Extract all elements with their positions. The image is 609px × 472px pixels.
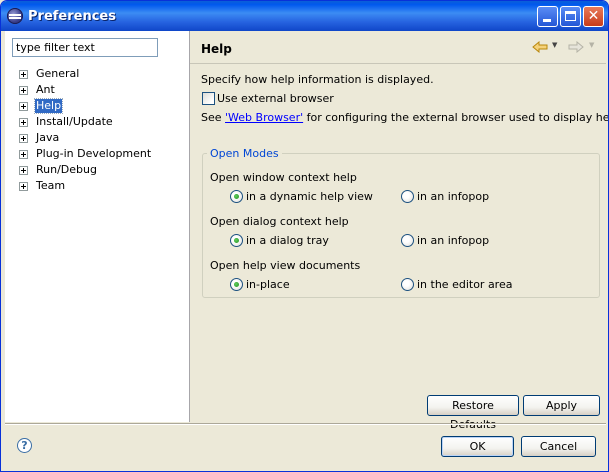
hint-prefix: See bbox=[201, 111, 226, 124]
window-context-infopop-radio[interactable] bbox=[401, 190, 414, 203]
tree-item-label[interactable]: Java bbox=[35, 131, 60, 145]
dialog-context-infopop-label[interactable]: in an infopop bbox=[417, 234, 489, 247]
open-modes-title: Open Modes bbox=[207, 147, 282, 160]
expand-icon[interactable] bbox=[19, 166, 28, 175]
page-title: Help bbox=[201, 42, 232, 56]
help-view-inplace-radio[interactable] bbox=[230, 278, 243, 291]
dialog-context-infopop-radio[interactable] bbox=[401, 234, 414, 247]
forward-dropdown-icon[interactable]: ▼ bbox=[589, 41, 594, 49]
expand-icon[interactable] bbox=[19, 150, 28, 159]
help-view-docs-label: Open help view documents bbox=[210, 259, 361, 272]
preferences-dialog: Preferences ✕ General Ant Help Install/U… bbox=[0, 0, 609, 472]
window-title: Preferences bbox=[28, 9, 116, 24]
external-browser-checkbox[interactable] bbox=[202, 92, 215, 105]
tree-item-label[interactable]: Help bbox=[33, 98, 64, 114]
expand-icon[interactable] bbox=[19, 182, 28, 191]
window-context-dynamic-radio[interactable] bbox=[230, 190, 243, 203]
expand-icon[interactable] bbox=[19, 70, 28, 79]
window-context-dynamic-label[interactable]: in a dynamic help view bbox=[246, 190, 373, 203]
web-browser-link[interactable]: 'Web Browser' bbox=[225, 111, 303, 124]
tree-item-label[interactable]: Team bbox=[35, 179, 66, 193]
dialog-context-tray-label[interactable]: in a dialog tray bbox=[246, 234, 329, 247]
maximize-icon bbox=[565, 11, 576, 21]
tree-item-label[interactable]: Install/Update bbox=[35, 115, 114, 129]
hint-suffix: for configuring the external browser use… bbox=[306, 111, 609, 124]
web-browser-hint: See 'Web Browser' for configuring the ex… bbox=[201, 111, 609, 124]
dialog-context-tray-radio[interactable] bbox=[230, 234, 243, 247]
external-browser-label[interactable]: Use external browser bbox=[217, 92, 334, 105]
window-context-label: Open window context help bbox=[210, 171, 357, 184]
expand-icon[interactable] bbox=[19, 102, 28, 111]
tree-item-label[interactable]: Plug-in Development bbox=[35, 147, 152, 161]
footer-separator bbox=[5, 423, 606, 425]
open-modes-group: Open Modes Open window context help in a… bbox=[202, 147, 600, 298]
maximize-button[interactable] bbox=[560, 6, 581, 27]
minimize-button[interactable] bbox=[537, 6, 558, 27]
tree-item-label[interactable]: Run/Debug bbox=[35, 163, 98, 177]
apply-button[interactable]: Apply bbox=[523, 395, 600, 416]
page-description: Specify how help information is displaye… bbox=[201, 73, 434, 86]
expand-icon[interactable] bbox=[19, 118, 28, 127]
title-bar[interactable]: Preferences ✕ bbox=[1, 1, 608, 31]
back-dropdown-icon[interactable]: ▼ bbox=[552, 41, 557, 49]
help-view-inplace-label[interactable]: in-place bbox=[246, 278, 290, 291]
back-arrow-icon[interactable] bbox=[532, 41, 548, 53]
preference-tree-panel: General Ant Help Install/Update Java Plu… bbox=[5, 31, 190, 422]
eclipse-app-icon bbox=[7, 8, 23, 24]
window-context-infopop-label[interactable]: in an infopop bbox=[417, 190, 489, 203]
close-button[interactable]: ✕ bbox=[583, 6, 604, 27]
ok-button[interactable]: OK bbox=[441, 436, 514, 457]
restore-defaults-button[interactable]: Restore Defaults bbox=[427, 395, 519, 431]
close-icon: ✕ bbox=[587, 8, 600, 24]
help-view-editor-label[interactable]: in the editor area bbox=[417, 278, 512, 291]
help-preferences-page: Specify how help information is displaye… bbox=[201, 63, 609, 403]
expand-icon[interactable] bbox=[19, 134, 28, 143]
forward-arrow-icon[interactable] bbox=[568, 41, 584, 53]
help-icon[interactable]: ? bbox=[17, 438, 32, 453]
tree-item-label[interactable]: General bbox=[35, 67, 80, 81]
filter-input[interactable] bbox=[12, 38, 158, 57]
help-view-editor-radio[interactable] bbox=[401, 278, 414, 291]
cancel-button[interactable]: Cancel bbox=[521, 436, 596, 457]
page-header: Help ▼ ▼ bbox=[190, 31, 606, 64]
expand-icon[interactable] bbox=[19, 86, 28, 95]
dialog-context-label: Open dialog context help bbox=[210, 215, 349, 228]
minimize-icon bbox=[543, 19, 551, 22]
tree-item-label[interactable]: Ant bbox=[35, 83, 56, 97]
